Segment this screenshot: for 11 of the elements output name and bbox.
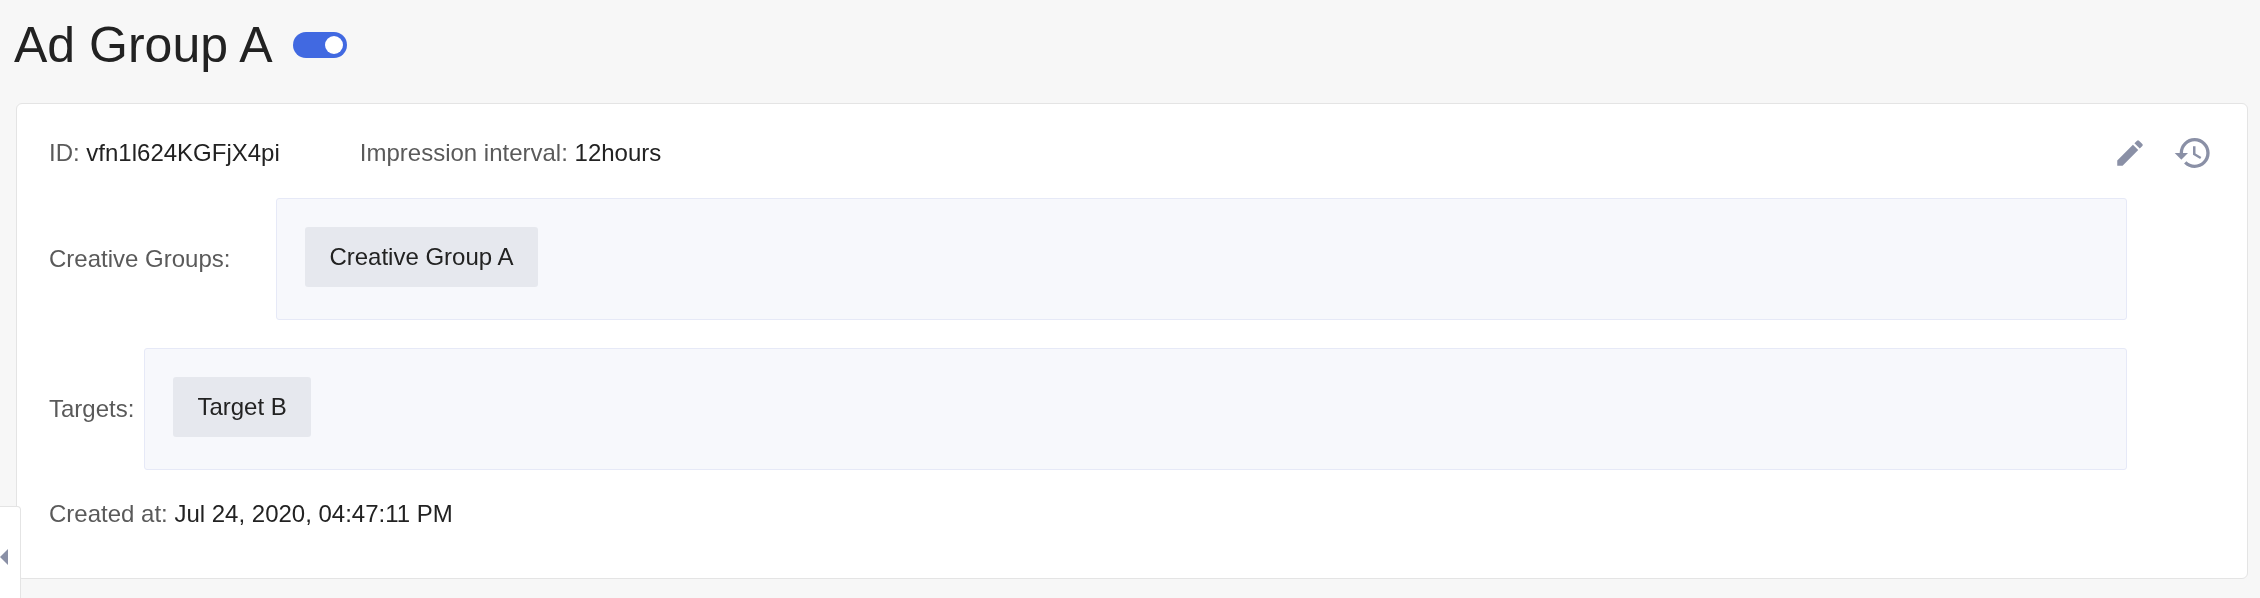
info-field: ID: vfn1l624KGFjX4pi xyxy=(49,139,280,167)
page-title: Ad Group A xyxy=(14,16,273,74)
info-field: Created at: Jul 24, 2020, 04:47:11 PM xyxy=(49,500,453,528)
field-label: Targets: xyxy=(49,395,135,423)
info-field: Impression interval: 12hours xyxy=(359,139,662,167)
toggle-switch[interactable] xyxy=(292,32,347,58)
target-chip[interactable]: Target B xyxy=(173,377,311,437)
caret-icon xyxy=(0,549,8,565)
field-label: Creative Groups: xyxy=(49,245,231,273)
creative-group-chip[interactable]: Creative Group A xyxy=(305,227,538,287)
collapse-tab[interactable] xyxy=(0,506,21,598)
